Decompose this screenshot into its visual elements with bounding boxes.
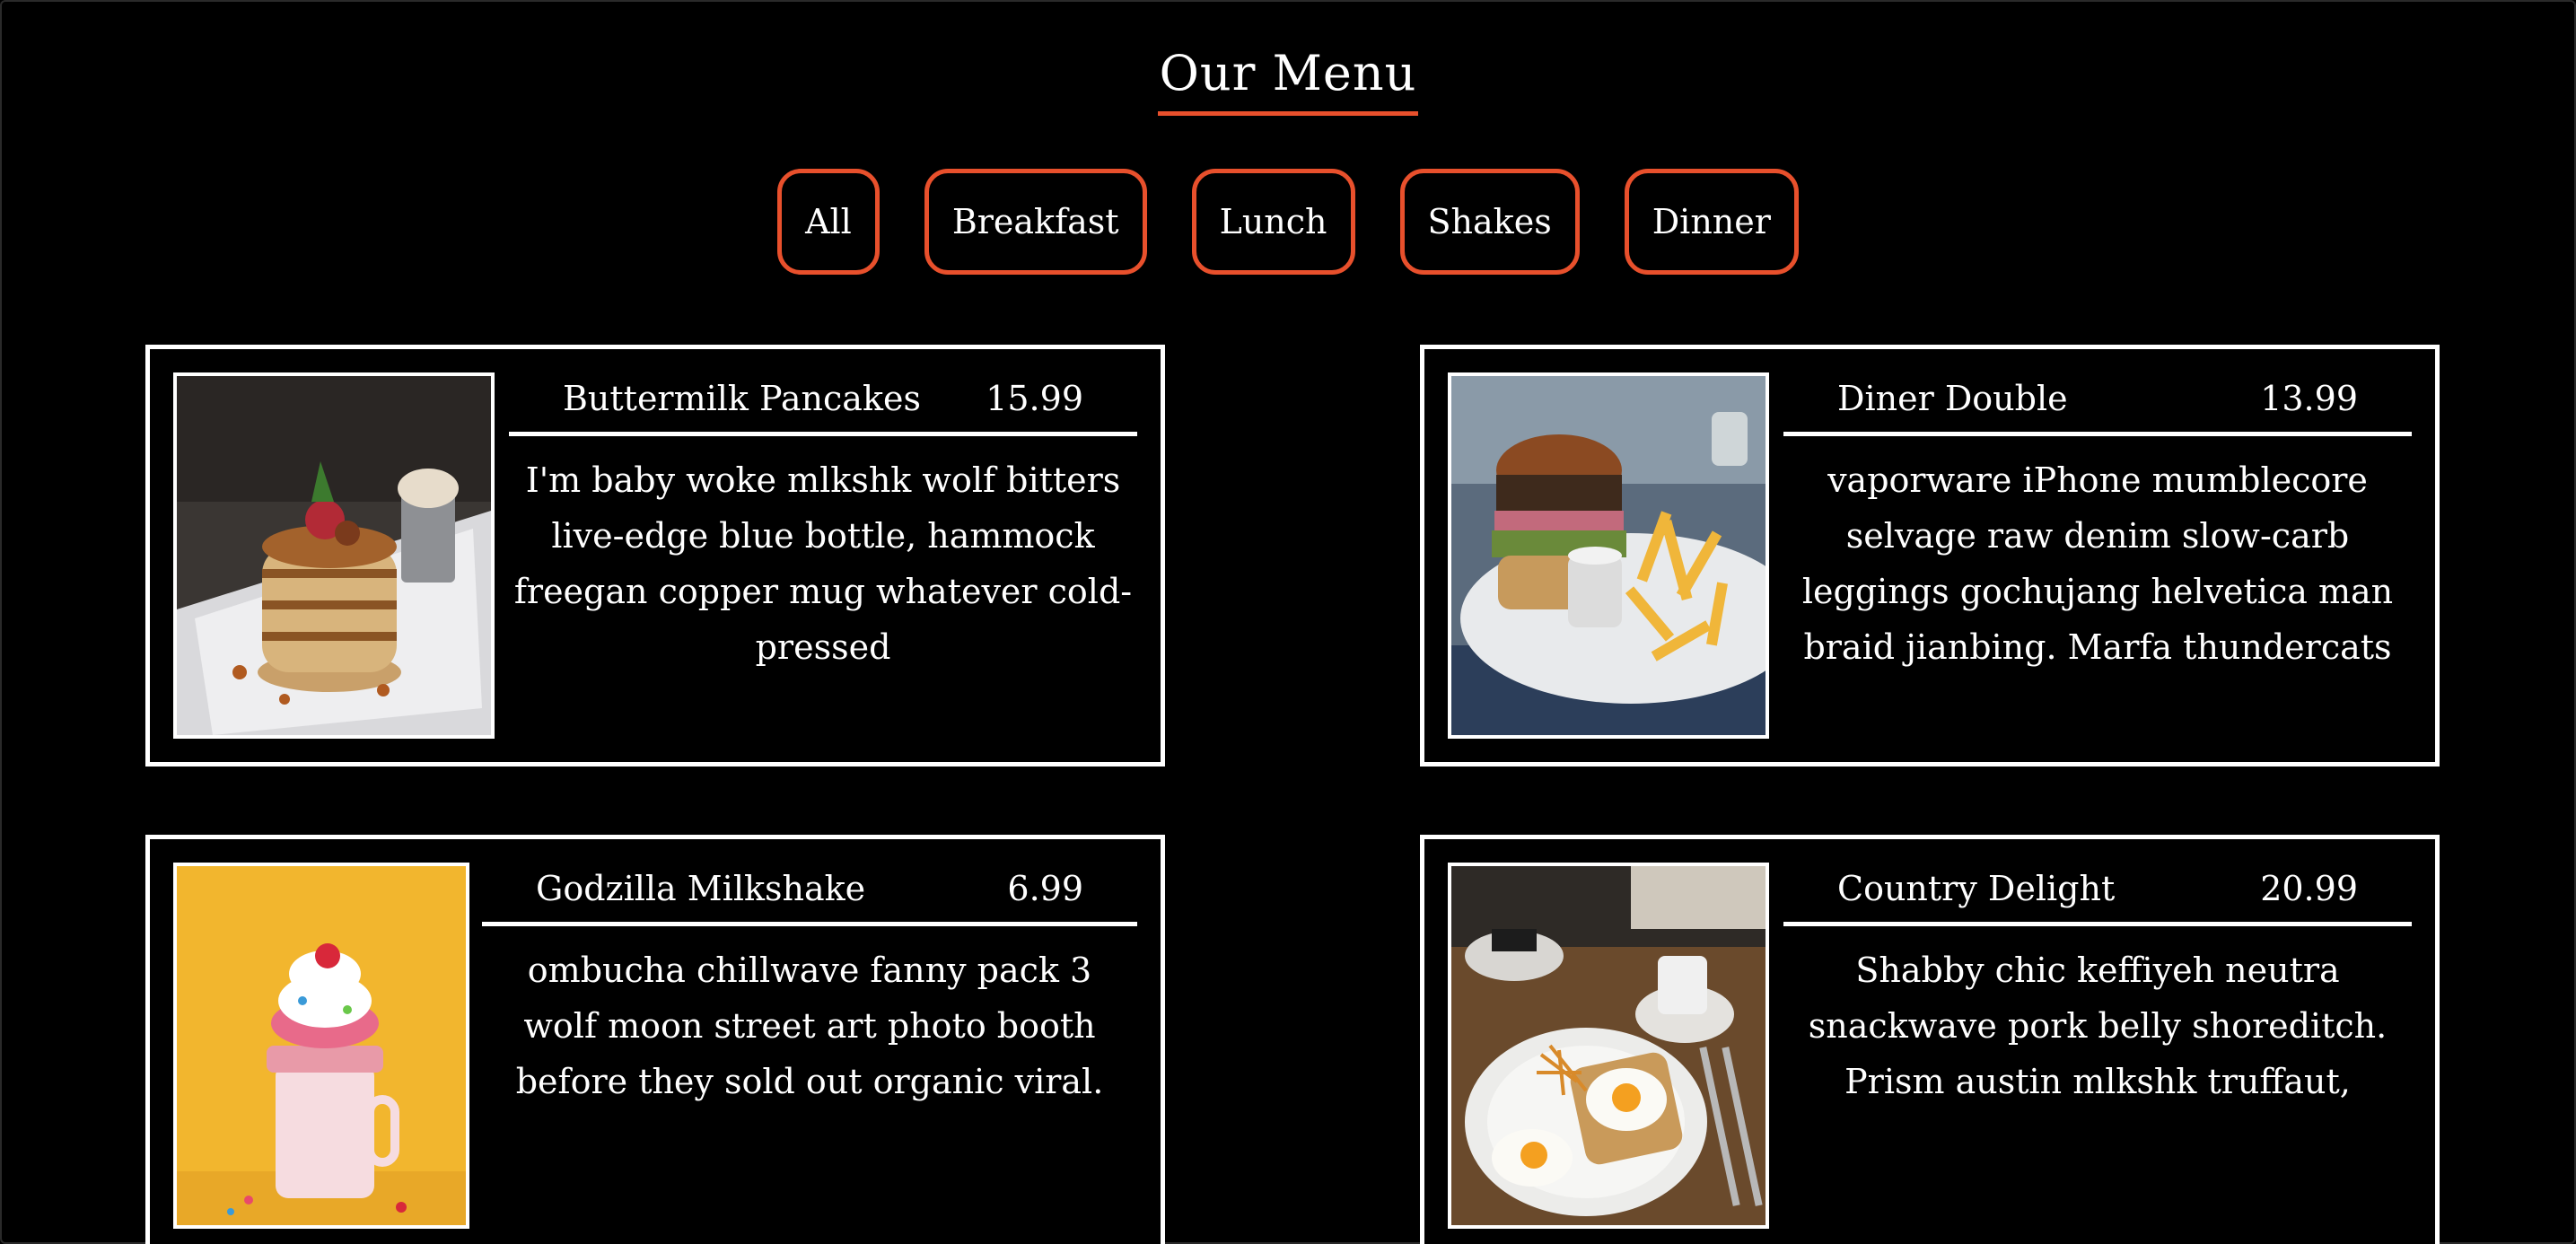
menu-item-card: Godzilla Milkshake 6.99 ombucha chillwav… [145,835,1165,1244]
page-title: Our Menu [1157,36,1419,116]
menu-item-price: 20.99 [2260,869,2358,908]
menu-item-description: Shabby chic keffiyeh neutra snackwave po… [1808,951,2388,1101]
menu-item-price: 13.99 [2260,379,2358,418]
menu-item-header: Godzilla Milkshake 6.99 [482,863,1137,926]
menu-item-header: Buttermilk Pancakes 15.99 [509,372,1137,436]
menu-item-description: ombucha chillwave fanny pack 3 wolf moon… [515,951,1104,1101]
filter-button-shakes[interactable]: Shakes [1399,169,1580,275]
title-section: Our Menu [0,36,2576,116]
menu-item-name: Diner Double [1837,379,2068,418]
filter-button-dinner[interactable]: Dinner [1624,169,1799,275]
menu-item-info: Country Delight 20.99 Shabby chic keffiy… [1783,863,2412,1109]
burger-photo [1448,372,1769,739]
menu-item-price: 6.99 [1007,869,1083,908]
filter-button-lunch[interactable]: Lunch [1191,169,1355,275]
breakfast-plate-photo [1448,863,1769,1229]
menu-item-card: Diner Double 13.99 vaporware iPhone mumb… [1420,345,2440,767]
menu-item-info: Buttermilk Pancakes 15.99 I'm baby woke … [509,372,1137,675]
filter-button-breakfast[interactable]: Breakfast [924,169,1147,275]
menu-item-header: Country Delight 20.99 [1783,863,2412,926]
menu-item-info: Diner Double 13.99 vaporware iPhone mumb… [1783,372,2412,675]
menu-item-name: Godzilla Milkshake [536,869,866,908]
menu-item-description: vaporware iPhone mumblecore selvage raw … [1801,460,2394,667]
menu-item-card: Buttermilk Pancakes 15.99 I'm baby woke … [145,345,1165,767]
menu-item-price: 15.99 [986,379,1083,418]
filter-bar: All Breakfast Lunch Shakes Dinner [0,169,2576,275]
menu-item-name: Country Delight [1837,869,2116,908]
menu-item-name: Buttermilk Pancakes [563,379,921,418]
pancakes-photo [173,372,495,739]
filter-button-all[interactable]: All [777,169,880,275]
menu-item-description: I'm baby woke mlkshk wolf bitters live-e… [513,460,1133,667]
menu-item-info: Godzilla Milkshake 6.99 ombucha chillwav… [482,863,1137,1109]
milkshake-photo [173,863,469,1229]
menu-item-card: Country Delight 20.99 Shabby chic keffiy… [1420,835,2440,1244]
menu-item-header: Diner Double 13.99 [1783,372,2412,436]
